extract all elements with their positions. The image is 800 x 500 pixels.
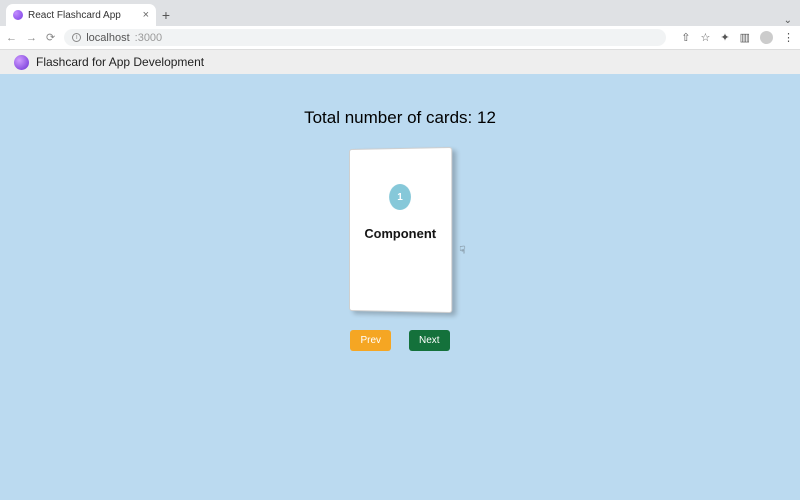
app-logo-icon [14,55,29,70]
bookmark-icon[interactable]: ☆ [701,31,711,44]
browser-tab-strip: React Flashcard App × + ⌄ [0,0,800,26]
prev-button[interactable]: Prev [350,330,391,351]
site-info-icon[interactable]: i [72,33,81,42]
browser-tab[interactable]: React Flashcard App × [6,4,156,26]
card-term: Component [364,226,436,241]
tabs-overflow-icon[interactable]: ⌄ [784,15,792,26]
address-bar[interactable]: i localhost :3000 [64,29,666,46]
favicon-icon [13,10,23,20]
pointer-cursor-icon: ☟ [459,245,465,256]
new-tab-button[interactable]: + [156,4,176,26]
tab-close-icon[interactable]: × [143,9,149,21]
extensions-icon[interactable]: ✦ [720,31,729,44]
profile-avatar-icon[interactable] [760,31,773,44]
app-title: Flashcard for App Development [36,55,204,69]
browser-toolbar: ← → ⟳ i localhost :3000 ⇧ ☆ ✦ ▥ ⋮ [0,26,800,50]
card-count-label: Total number of cards: 12 [304,108,496,128]
url-port: :3000 [135,32,163,44]
share-icon[interactable]: ⇧ [681,31,690,44]
forward-icon[interactable]: → [26,32,37,44]
page-body: Total number of cards: 12 1 Component ☟ … [0,74,800,500]
app-header: Flashcard for App Development [0,50,800,74]
next-button[interactable]: Next [409,330,450,351]
url-host: localhost [86,32,129,44]
back-icon[interactable]: ← [6,32,17,44]
side-panel-icon[interactable]: ▥ [740,31,750,44]
nav-buttons: Prev Next [350,330,449,351]
reload-icon[interactable]: ⟳ [46,31,55,44]
menu-icon[interactable]: ⋮ [783,31,794,44]
card-index-badge: 1 [389,184,411,210]
flashcard[interactable]: 1 Component ☟ [349,147,452,313]
tab-title: React Flashcard App [28,10,138,21]
